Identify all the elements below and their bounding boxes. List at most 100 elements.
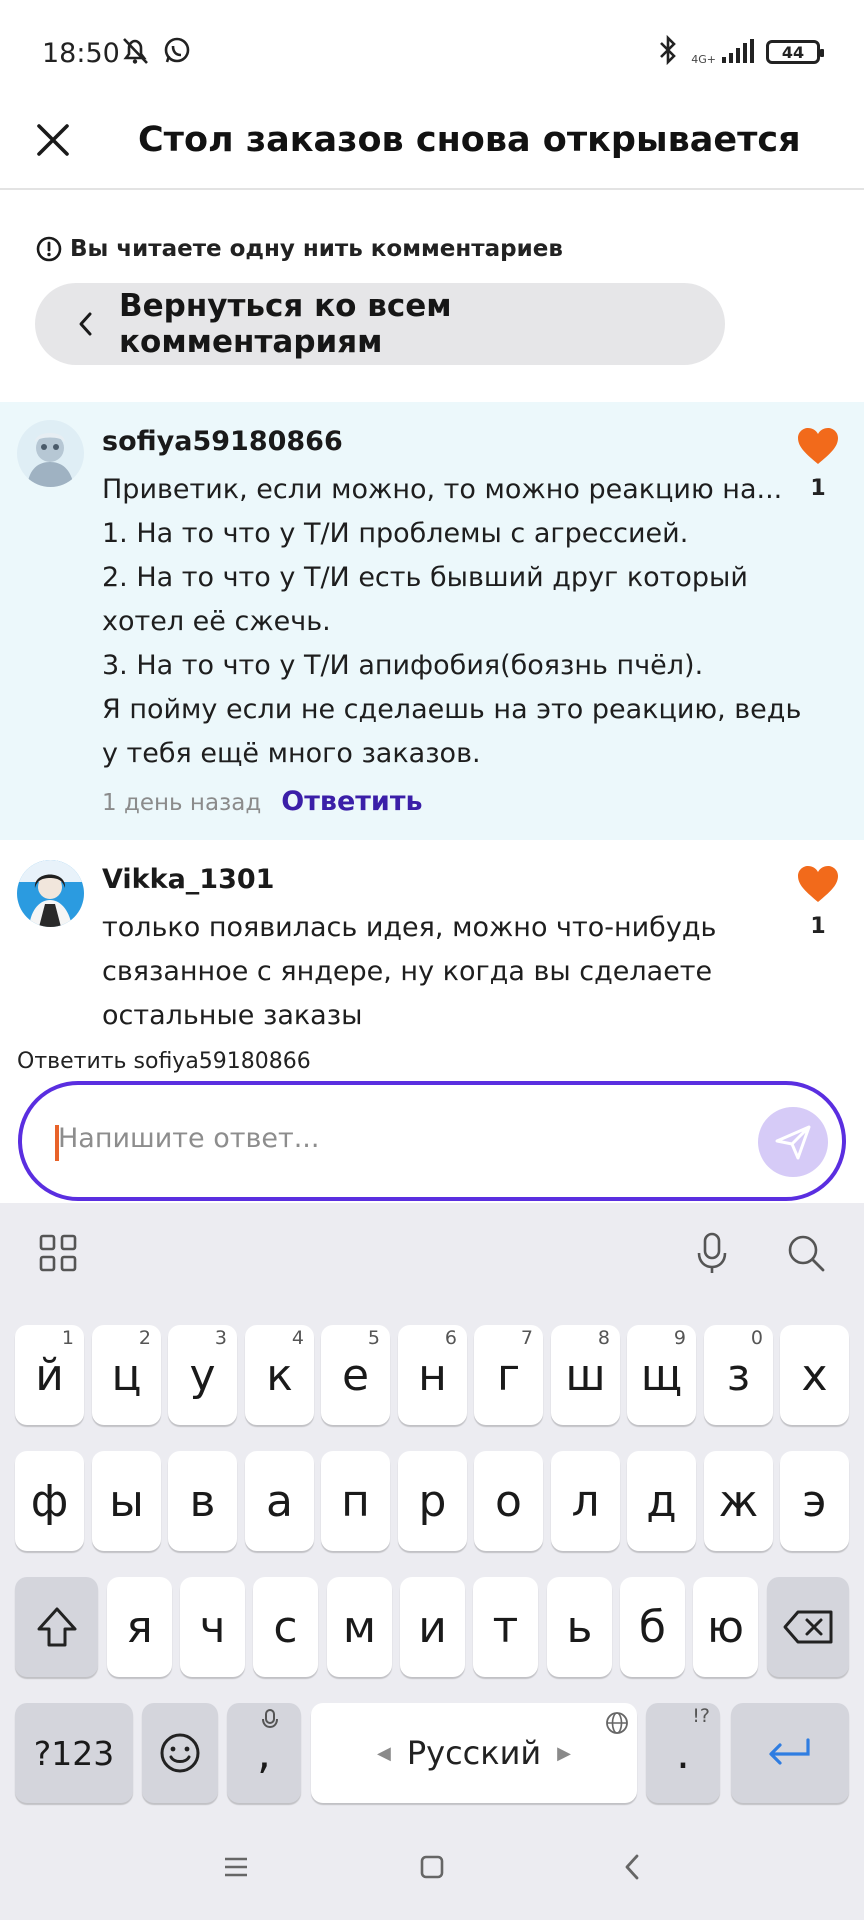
key[interactable]: с	[253, 1577, 318, 1677]
comment-line: хотел её сжечь.	[102, 606, 331, 637]
close-button[interactable]	[28, 115, 78, 165]
comment-time: 1 день назад	[102, 790, 262, 816]
language-next-icon: ▶	[557, 1742, 572, 1764]
close-icon	[37, 124, 69, 156]
home-button[interactable]	[410, 1845, 454, 1889]
comment-line: у тебя ещё много заказов.	[102, 738, 481, 769]
battery-icon: 44	[766, 40, 824, 64]
bluetooth-icon	[657, 34, 679, 70]
back-to-all-comments-button[interactable]: Вернуться ко всем комментариям	[35, 283, 725, 365]
key[interactable]: л	[551, 1451, 620, 1551]
key[interactable]: п	[321, 1451, 390, 1551]
keyboard-toolbar	[0, 1203, 864, 1303]
avatar[interactable]	[17, 420, 84, 487]
key[interactable]: р	[398, 1451, 467, 1551]
reply-placeholder: Напишите ответ...	[58, 1123, 320, 1154]
reply-button[interactable]: Ответить	[281, 786, 422, 817]
emoji-icon	[160, 1733, 200, 1773]
key[interactable]: ю	[693, 1577, 758, 1677]
avatar[interactable]	[17, 860, 84, 927]
space-key[interactable]: ◀ Русский ▶	[311, 1703, 637, 1803]
reply-input[interactable]: Напишите ответ...	[18, 1081, 846, 1201]
battery-level: 44	[781, 42, 805, 62]
comment-line: Приветик, если можно, то можно реакцию н…	[102, 474, 783, 505]
comment-line: Я пойму если не сделаешь на это реакцию,…	[102, 694, 802, 725]
key[interactable]: к4	[245, 1325, 314, 1425]
key[interactable]: б	[620, 1577, 685, 1677]
home-icon	[420, 1855, 444, 1879]
key[interactable]: щ9	[627, 1325, 696, 1425]
enter-key[interactable]	[731, 1703, 849, 1803]
key[interactable]: м	[327, 1577, 392, 1677]
key[interactable]: ф	[15, 1451, 84, 1551]
key[interactable]: ж	[704, 1451, 773, 1551]
send-button[interactable]	[758, 1107, 828, 1177]
key[interactable]: й1	[15, 1325, 84, 1425]
key[interactable]: г7	[474, 1325, 543, 1425]
heart-icon	[798, 428, 838, 464]
comment-username[interactable]: sofiya59180866	[102, 426, 343, 457]
comment-line: связанное с яндере, ну когда вы сделаете	[102, 956, 713, 987]
header: Стол заказов снова открывается	[0, 105, 864, 190]
symbols-key[interactable]: ?123	[15, 1703, 133, 1803]
navigation-bar	[0, 1815, 864, 1920]
search-button[interactable]	[784, 1231, 828, 1275]
apps-grid-button[interactable]	[36, 1231, 80, 1275]
key[interactable]: ц2	[92, 1325, 161, 1425]
key[interactable]: ш8	[551, 1325, 620, 1425]
backspace-key[interactable]	[767, 1577, 849, 1677]
reply-bar: Напишите ответ...	[0, 1079, 864, 1203]
menu-icon	[225, 1857, 247, 1877]
reply-to-label: Ответить sofiya59180866	[0, 1045, 864, 1079]
microphone-icon	[697, 1232, 727, 1273]
like-count: 1	[810, 914, 826, 939]
comment-line: 1. На то что у Т/И проблемы с агрессией.	[102, 518, 689, 549]
keyboard: й1 ц2 у3 к4 е5 н6 г7 ш8 щ9 з0 х ф ы в а …	[0, 1203, 864, 1920]
key[interactable]: т	[473, 1577, 538, 1677]
key[interactable]: ч	[180, 1577, 245, 1677]
thread-notice-text: Вы читаете одну нить комментариев	[70, 236, 563, 262]
key[interactable]: э	[780, 1451, 849, 1551]
key[interactable]: ь	[547, 1577, 612, 1677]
chevron-left-icon	[79, 312, 92, 336]
comment-line: 3. На то что у Т/И апифобия(боязнь пчёл)…	[102, 650, 704, 681]
key[interactable]: и	[400, 1577, 465, 1677]
mic-hint-icon	[262, 1709, 278, 1729]
shift-key[interactable]	[15, 1577, 98, 1677]
key[interactable]: н6	[398, 1325, 467, 1425]
back-to-all-comments-label: Вернуться ко всем комментариям	[118, 288, 452, 360]
comma-key[interactable]: ,	[227, 1703, 301, 1803]
language-prev-icon: ◀	[376, 1742, 391, 1764]
comment: sofiya59180866 Приветик, если можно, то …	[0, 402, 864, 840]
like-button[interactable]: 1	[794, 864, 842, 939]
key[interactable]: а	[245, 1451, 314, 1551]
key[interactable]: у3	[168, 1325, 237, 1425]
page-title: Стол заказов снова открывается	[138, 120, 801, 160]
key[interactable]: з0	[704, 1325, 773, 1425]
like-button[interactable]: 1	[794, 426, 842, 501]
comment-line: 2. На то что у Т/И есть бывший друг кото…	[102, 562, 748, 593]
menu-button[interactable]	[214, 1845, 258, 1889]
key[interactable]: х	[780, 1325, 849, 1425]
back-icon	[625, 1854, 639, 1880]
comment: Vikka_1301 только появилась идея, можно …	[0, 840, 864, 1045]
emoji-key[interactable]	[142, 1703, 218, 1803]
key[interactable]: е5	[321, 1325, 390, 1425]
key[interactable]: в	[168, 1451, 237, 1551]
comment-username[interactable]: Vikka_1301	[102, 864, 274, 895]
send-icon	[775, 1125, 811, 1160]
period-key[interactable]: . !?	[646, 1703, 720, 1803]
key[interactable]: я	[107, 1577, 172, 1677]
comment-line: только появилась идея, можно что-нибудь	[102, 912, 717, 943]
key[interactable]: ы	[92, 1451, 161, 1551]
voice-input-button[interactable]	[690, 1231, 734, 1275]
comment-meta: 1 день назад Ответить	[102, 786, 423, 817]
do-not-disturb-icon	[118, 36, 152, 70]
search-icon	[788, 1235, 825, 1272]
key[interactable]: д	[627, 1451, 696, 1551]
space-language-label: Русский	[406, 1734, 542, 1772]
key[interactable]: о	[474, 1451, 543, 1551]
back-button[interactable]	[610, 1845, 654, 1889]
backspace-icon	[783, 1610, 833, 1644]
thread-notice: Вы читаете одну нить комментариев	[36, 236, 563, 262]
